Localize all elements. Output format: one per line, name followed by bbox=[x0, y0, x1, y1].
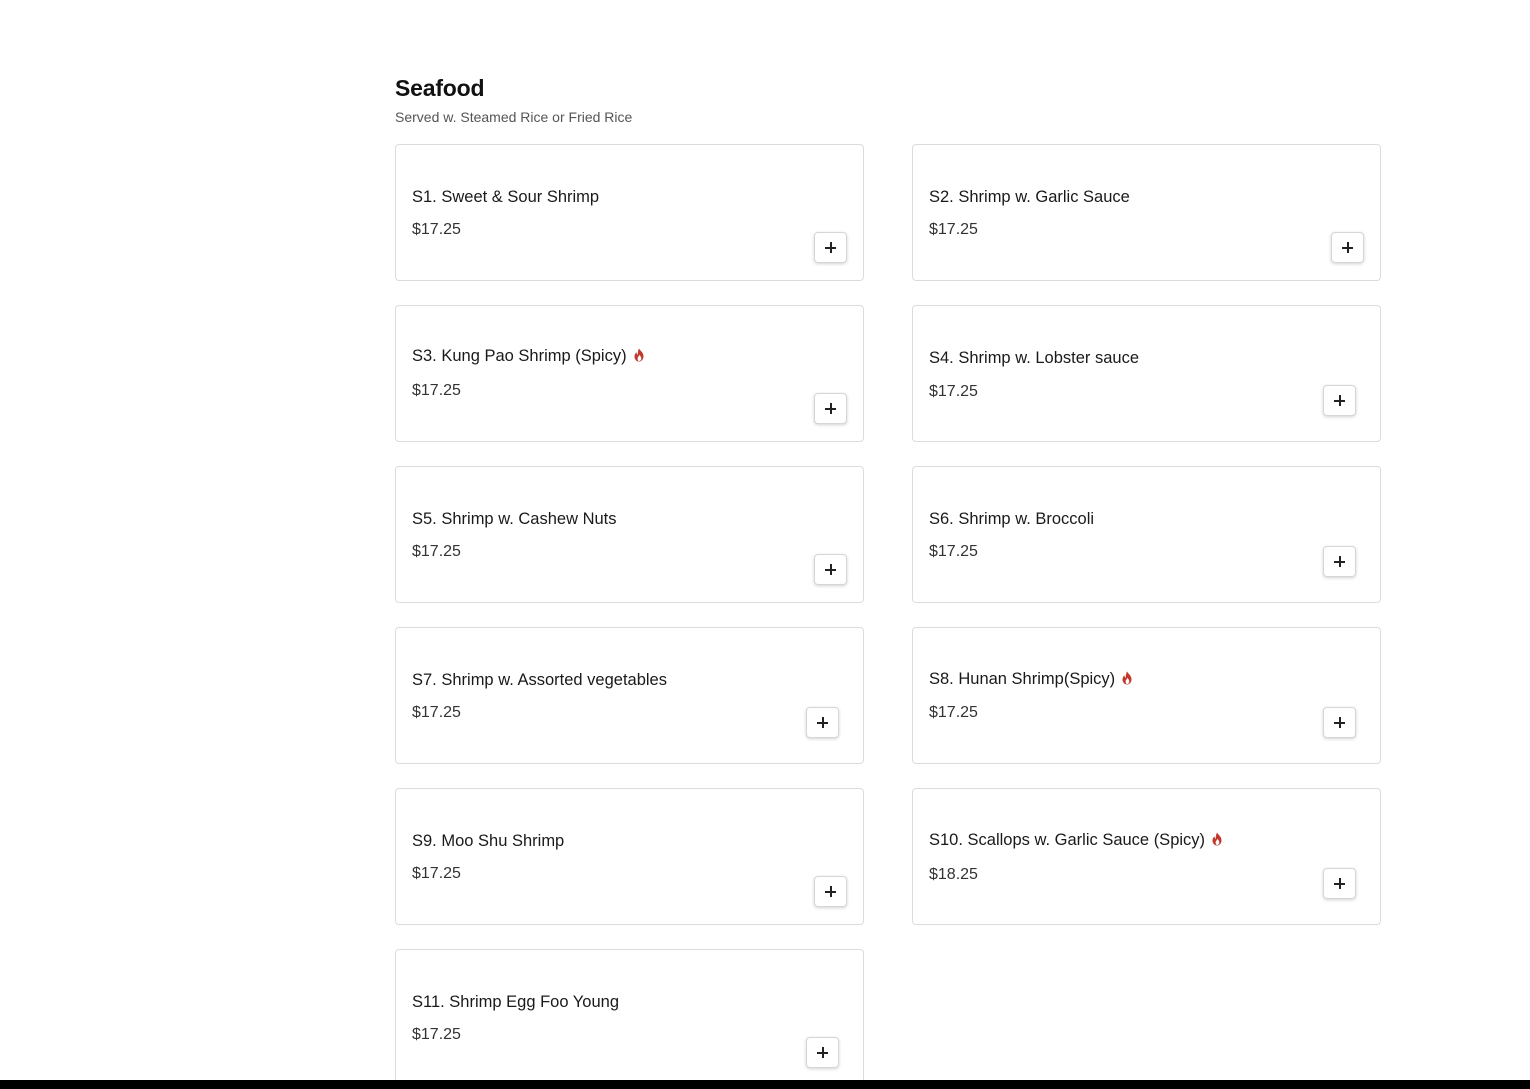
flame-icon bbox=[634, 348, 644, 362]
plus-icon bbox=[825, 242, 836, 253]
menu-page: Seafood Served w. Steamed Rice or Fried … bbox=[0, 0, 1530, 1089]
add-to-cart-button[interactable] bbox=[1323, 868, 1356, 899]
menu-item-name-row: S5. Shrimp w. Cashew Nuts bbox=[412, 508, 617, 530]
menu-item-name-row: S7. Shrimp w. Assorted vegetables bbox=[412, 669, 667, 691]
plus-icon bbox=[1334, 878, 1345, 889]
plus-icon bbox=[1334, 717, 1345, 728]
add-to-cart-button[interactable] bbox=[1323, 385, 1356, 416]
add-to-cart-button[interactable] bbox=[806, 1037, 839, 1068]
menu-item-name-row: S10. Scallops w. Garlic Sauce (Spicy) bbox=[929, 829, 1223, 851]
menu-item-card[interactable]: S10. Scallops w. Garlic Sauce (Spicy) $1… bbox=[912, 788, 1381, 925]
menu-item-name-row: S3. Kung Pao Shrimp (Spicy) bbox=[412, 345, 645, 367]
menu-item-price: $17.25 bbox=[929, 383, 978, 400]
menu-item-price: $17.25 bbox=[412, 543, 461, 560]
menu-item-name-row: S1. Sweet & Sour Shrimp bbox=[412, 186, 599, 208]
seafood-section: Seafood Served w. Steamed Rice or Fried … bbox=[395, 72, 1381, 1086]
add-to-cart-button[interactable] bbox=[806, 707, 839, 738]
flame-icon bbox=[1212, 832, 1222, 846]
menu-item-name: S5. Shrimp w. Cashew Nuts bbox=[412, 510, 617, 528]
plus-icon bbox=[817, 1047, 828, 1058]
menu-item-price: $17.25 bbox=[412, 382, 461, 399]
menu-item-card[interactable]: S7. Shrimp w. Assorted vegetables $17.25 bbox=[395, 627, 864, 764]
add-to-cart-button[interactable] bbox=[1323, 546, 1356, 577]
menu-item-price: $17.25 bbox=[929, 221, 978, 238]
section-subtitle: Served w. Steamed Rice or Fried Rice bbox=[395, 109, 633, 125]
add-to-cart-button[interactable] bbox=[814, 554, 847, 585]
menu-item-card[interactable]: S3. Kung Pao Shrimp (Spicy) $17.25 bbox=[395, 305, 864, 442]
add-to-cart-button[interactable] bbox=[814, 876, 847, 907]
plus-icon bbox=[825, 403, 836, 414]
menu-item-card[interactable]: S2. Shrimp w. Garlic Sauce $17.25 bbox=[912, 144, 1381, 281]
plus-icon bbox=[1342, 242, 1353, 253]
menu-item-card[interactable]: S1. Sweet & Sour Shrimp $17.25 bbox=[395, 144, 864, 281]
menu-item-price: $18.25 bbox=[929, 866, 978, 883]
menu-item-price: $17.25 bbox=[412, 704, 461, 721]
menu-item-name: S8. Hunan Shrimp(Spicy) bbox=[929, 670, 1116, 688]
menu-item-grid: S1. Sweet & Sour Shrimp $17.25 S2. Shrim… bbox=[395, 144, 1381, 1086]
menu-item-name: S2. Shrimp w. Garlic Sauce bbox=[929, 188, 1130, 206]
menu-item-name: S3. Kung Pao Shrimp (Spicy) bbox=[412, 347, 627, 365]
plus-icon bbox=[825, 564, 836, 575]
plus-icon bbox=[1334, 395, 1345, 406]
menu-item-name-row: S9. Moo Shu Shrimp bbox=[412, 830, 564, 852]
menu-item-card[interactable]: S5. Shrimp w. Cashew Nuts $17.25 bbox=[395, 466, 864, 603]
add-to-cart-button[interactable] bbox=[814, 393, 847, 424]
menu-item-name: S10. Scallops w. Garlic Sauce (Spicy) bbox=[929, 831, 1206, 849]
menu-item-name-row: S2. Shrimp w. Garlic Sauce bbox=[929, 186, 1130, 208]
menu-item-price: $17.25 bbox=[929, 704, 978, 721]
menu-item-name: S7. Shrimp w. Assorted vegetables bbox=[412, 671, 667, 689]
menu-item-name: S9. Moo Shu Shrimp bbox=[412, 832, 565, 850]
menu-item-name: S1. Sweet & Sour Shrimp bbox=[412, 188, 600, 206]
menu-item-name: S6. Shrimp w. Broccoli bbox=[929, 510, 1095, 528]
add-to-cart-button[interactable] bbox=[1331, 232, 1364, 263]
menu-item-name-row: S11. Shrimp Egg Foo Young bbox=[412, 991, 619, 1013]
menu-item-card[interactable]: S8. Hunan Shrimp(Spicy) $17.25 bbox=[912, 627, 1381, 764]
section-title: Seafood bbox=[395, 75, 485, 101]
menu-item-card[interactable]: S11. Shrimp Egg Foo Young $17.25 bbox=[395, 949, 864, 1086]
menu-item-card[interactable]: S4. Shrimp w. Lobster sauce $17.25 bbox=[912, 305, 1381, 442]
menu-item-price: $17.25 bbox=[412, 865, 461, 882]
bottom-edge-bar bbox=[0, 1080, 1530, 1089]
menu-item-card[interactable]: S9. Moo Shu Shrimp $17.25 bbox=[395, 788, 864, 925]
menu-item-price: $17.25 bbox=[412, 1026, 461, 1043]
menu-item-name-row: S8. Hunan Shrimp(Spicy) bbox=[929, 668, 1133, 690]
menu-item-price: $17.25 bbox=[412, 221, 461, 238]
menu-item-name-row: S6. Shrimp w. Broccoli bbox=[929, 508, 1094, 530]
plus-icon bbox=[1334, 556, 1345, 567]
flame-icon bbox=[1122, 671, 1132, 685]
menu-item-card[interactable]: S6. Shrimp w. Broccoli $17.25 bbox=[912, 466, 1381, 603]
add-to-cart-button[interactable] bbox=[1323, 707, 1356, 738]
menu-item-price: $17.25 bbox=[929, 543, 978, 560]
add-to-cart-button[interactable] bbox=[814, 232, 847, 263]
plus-icon bbox=[825, 886, 836, 897]
menu-item-name-row: S4. Shrimp w. Lobster sauce bbox=[929, 347, 1139, 369]
menu-item-name: S11. Shrimp Egg Foo Young bbox=[412, 993, 620, 1011]
menu-item-name: S4. Shrimp w. Lobster sauce bbox=[929, 349, 1140, 367]
plus-icon bbox=[817, 717, 828, 728]
